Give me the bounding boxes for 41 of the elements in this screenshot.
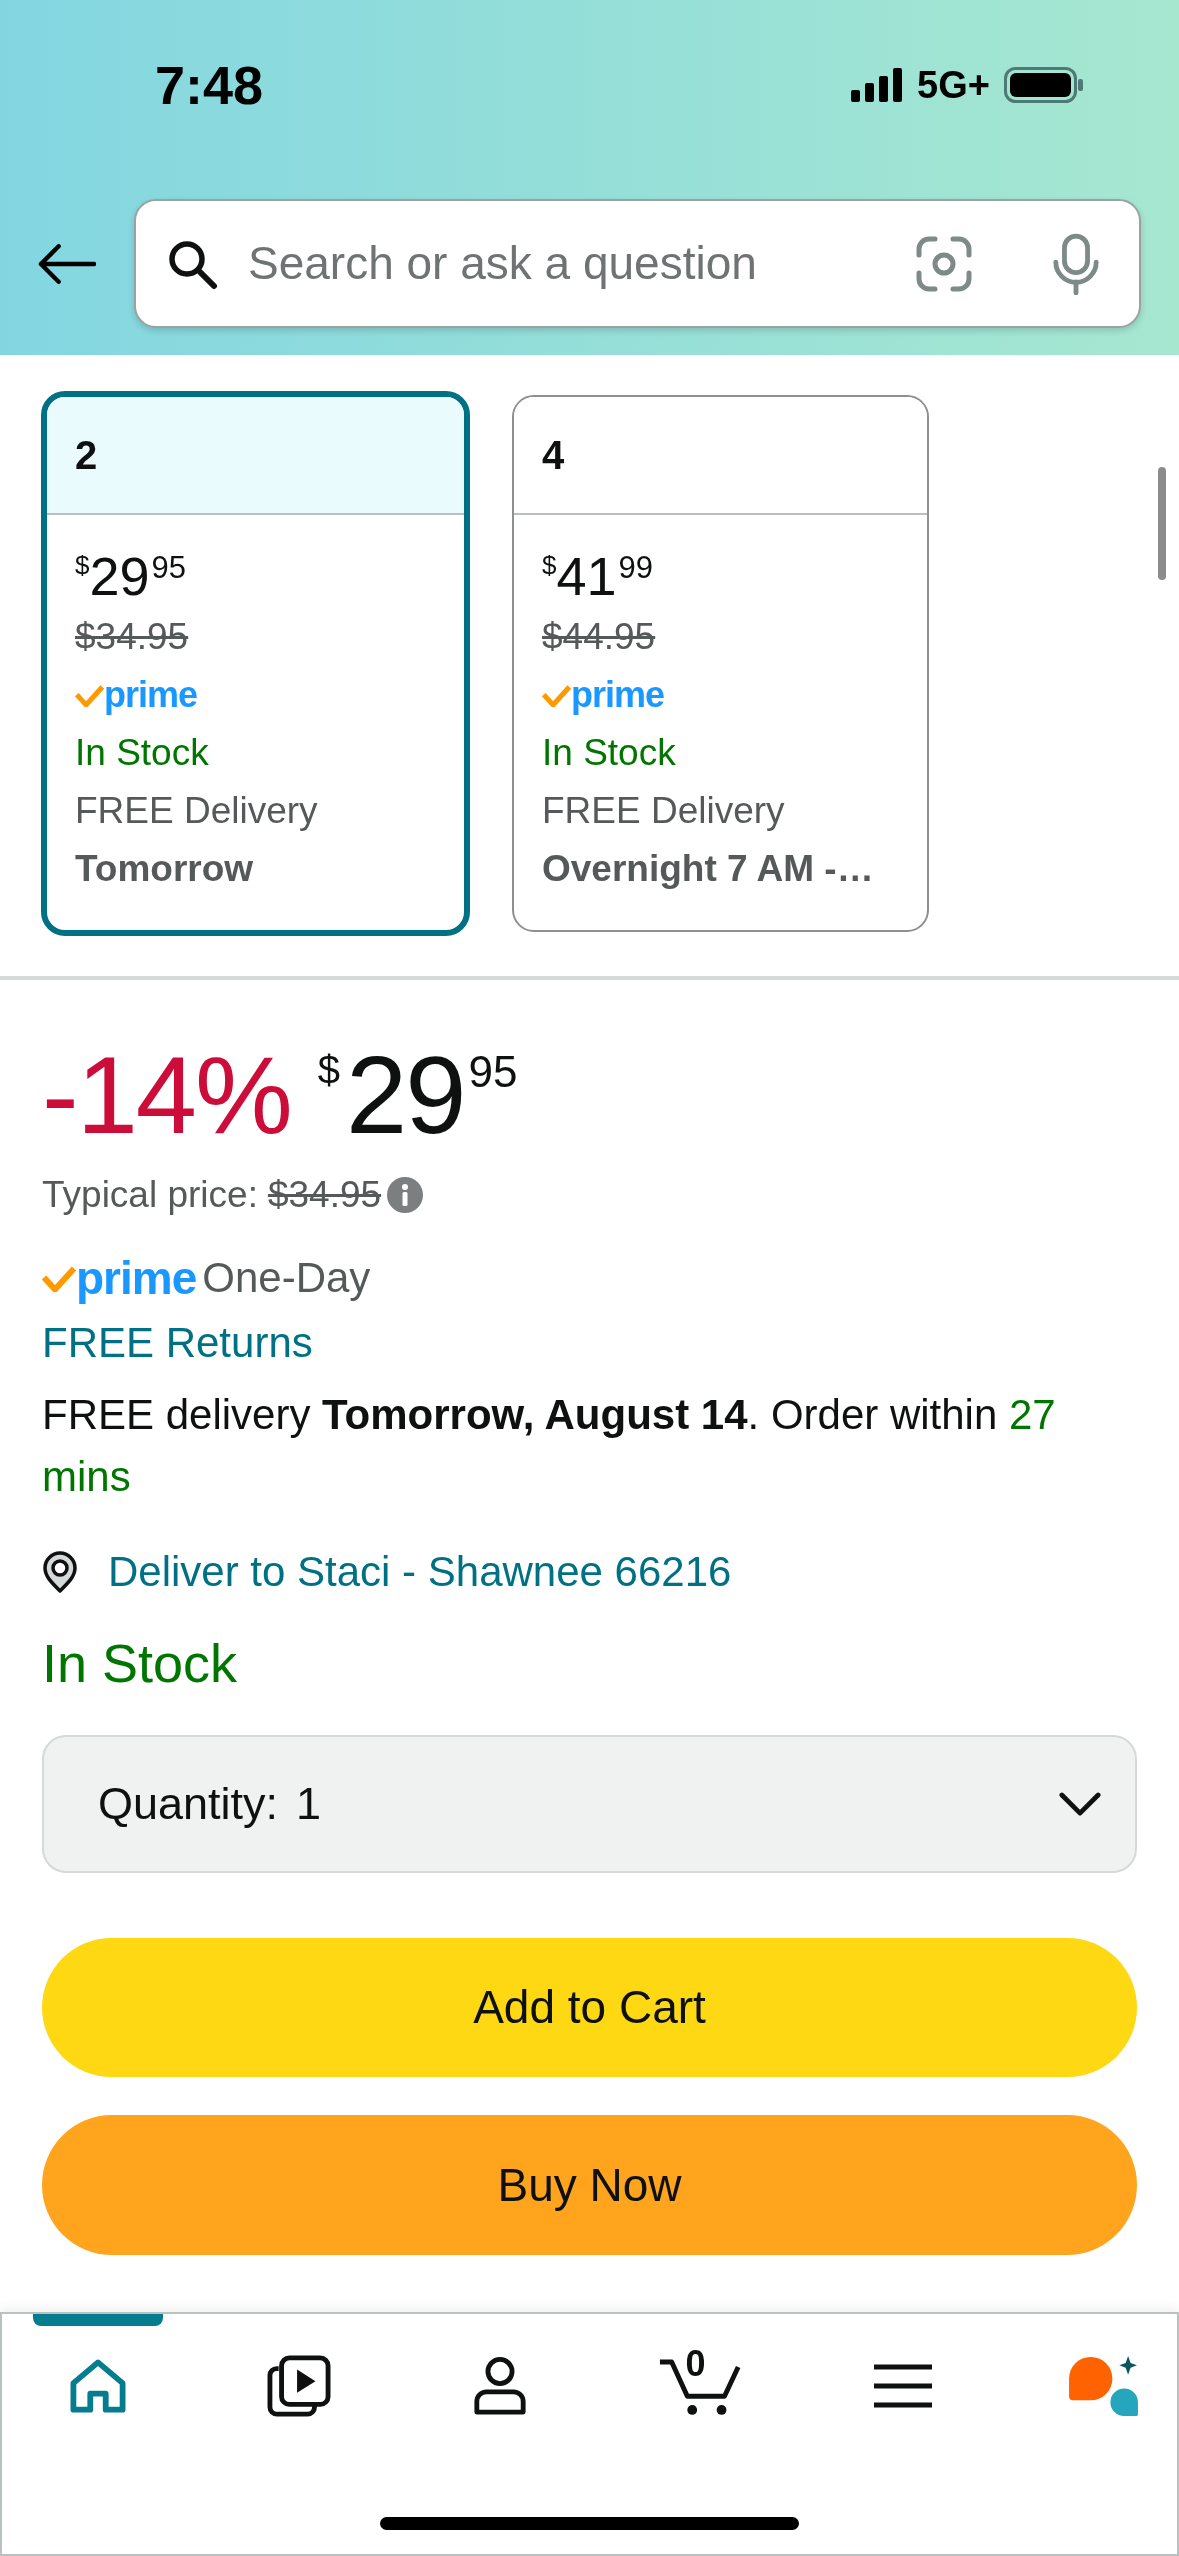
delivery-speed-label: One-Day xyxy=(202,1253,371,1303)
checkmark-icon xyxy=(542,683,571,707)
search-input[interactable]: Search or ask a question xyxy=(248,229,915,298)
network-label: 5G+ xyxy=(917,66,990,104)
back-arrow-icon xyxy=(36,243,96,284)
deliver-to-link[interactable]: Deliver to Staci - Shawnee 66216 xyxy=(108,1544,732,1600)
option-label: 2 xyxy=(75,435,98,475)
signal-icon xyxy=(851,68,904,102)
search-field[interactable]: Search or ask a question xyxy=(134,199,1141,328)
delivery-date: Overnight 7 AM -… xyxy=(542,847,874,891)
battery-icon xyxy=(1004,67,1084,103)
chevron-down-icon xyxy=(1059,1791,1101,1817)
stock-status: In Stock xyxy=(542,731,676,775)
info-icon[interactable] xyxy=(387,1177,424,1213)
location-pin-icon xyxy=(42,1550,78,1594)
prime-logo-text: prime xyxy=(104,673,198,717)
buy-now-button[interactable]: Buy Now xyxy=(42,2115,1137,2255)
camera-icon[interactable] xyxy=(915,234,973,293)
delivery-message: FREE delivery Tomorrow, August 14. Order within 27 mins xyxy=(42,1390,1057,1502)
list-price: $34.95 xyxy=(75,615,189,659)
discount-percent: -14% xyxy=(42,1040,291,1150)
cart-count-label: 0 xyxy=(685,2346,706,2382)
delivery-label: FREE Delivery xyxy=(75,789,318,833)
list-price: $44.95 xyxy=(542,615,656,659)
free-returns-link[interactable]: FREE Returns xyxy=(42,1315,313,1371)
microphone-icon[interactable] xyxy=(1051,232,1101,295)
stock-status: In Stock xyxy=(42,1632,238,1695)
delivery-date: Tomorrow xyxy=(75,847,254,891)
checkmark-icon xyxy=(42,1264,76,1292)
prime-logo-text: prime xyxy=(76,1251,197,1306)
delivery-label: FREE Delivery xyxy=(542,789,785,833)
cart-button[interactable]: 0 xyxy=(653,2344,750,2428)
stock-status: In Stock xyxy=(75,731,209,775)
option-label: 4 xyxy=(542,435,565,475)
prime-logo-text: prime xyxy=(571,673,665,717)
status-time: 7:48 xyxy=(155,58,264,112)
quantity-dropdown[interactable]: Quantity: 1 xyxy=(42,1735,1137,1873)
checkmark-icon xyxy=(75,683,104,707)
typical-price: $34.95 xyxy=(267,1173,382,1217)
add-to-cart-button[interactable]: Add to Cart xyxy=(42,1938,1137,2077)
typical-price-label: Typical price: xyxy=(42,1173,258,1217)
